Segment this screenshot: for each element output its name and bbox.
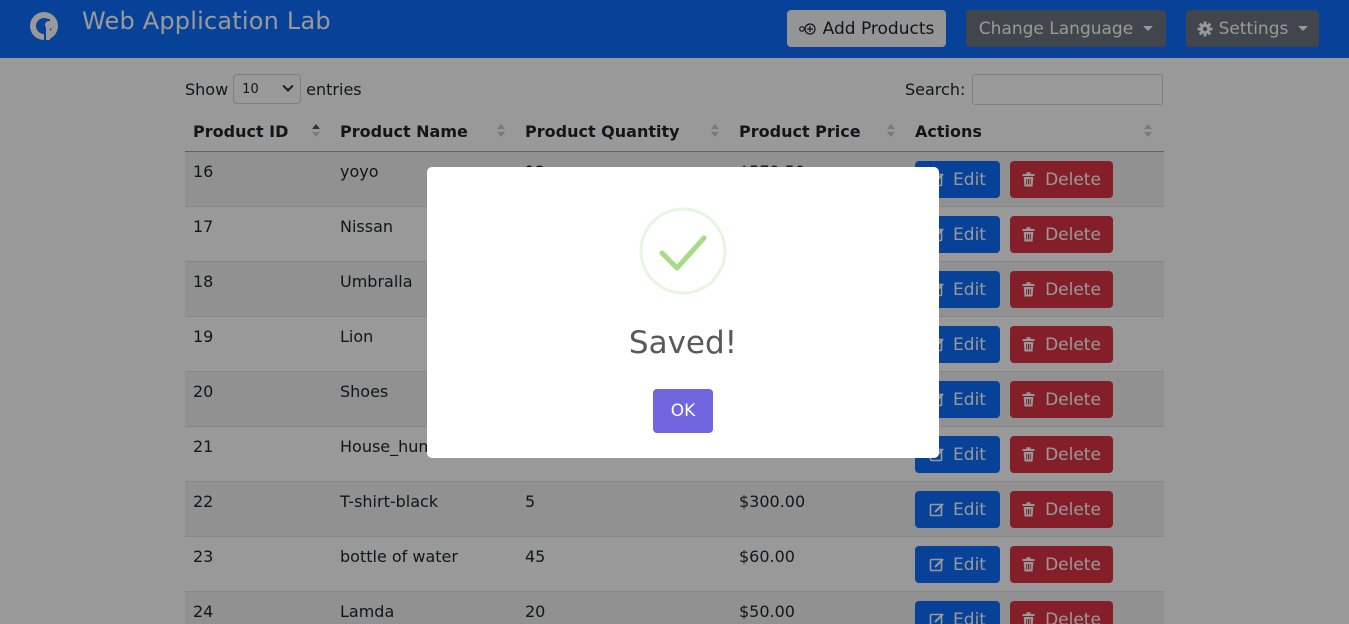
saved-dialog: Saved! OK: [427, 167, 939, 458]
ok-button[interactable]: OK: [653, 389, 713, 433]
dialog-title: Saved!: [628, 325, 738, 361]
success-check-icon: [639, 207, 727, 295]
